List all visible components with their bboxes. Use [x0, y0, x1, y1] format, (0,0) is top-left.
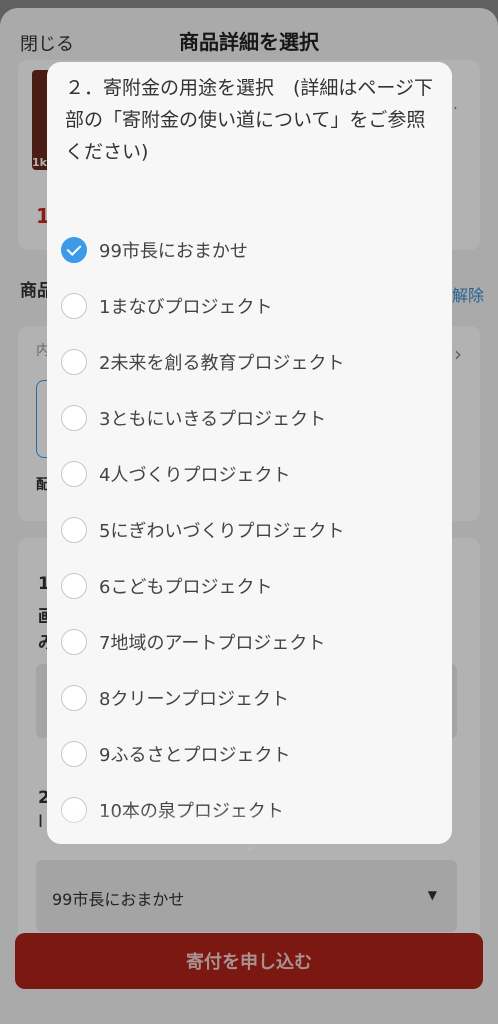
- radio-unchecked-icon[interactable]: [61, 685, 87, 711]
- popup-title: ２．寄附金の用途を選択 (詳細はページ下部の「寄附金の使い道について」をご参照く…: [65, 77, 434, 163]
- radio-unchecked-icon[interactable]: [61, 461, 87, 487]
- radio-unchecked-icon[interactable]: [61, 405, 87, 431]
- radio-unchecked-icon[interactable]: [61, 629, 87, 655]
- purpose-option-label: 4人づくりプロジェクト: [99, 465, 291, 486]
- purpose-option[interactable]: 7地域のアートプロジェクト: [61, 614, 441, 670]
- purpose-option-list: 99市長におまかせ 1まなびプロジェクト 2未来を創る教育プロジェクト 3ともにいきる…: [61, 222, 441, 844]
- purpose-option[interactable]: 99市長におまかせ: [61, 222, 441, 278]
- purpose-option-label: 2未来を創る教育プロジェクト: [99, 353, 345, 374]
- purpose-option-label: 5にぎわいづくりプロジェクト: [99, 521, 345, 542]
- purpose-option[interactable]: 4人づくりプロジェクト: [61, 446, 441, 502]
- radio-unchecked-icon[interactable]: [61, 517, 87, 543]
- radio-unchecked-icon[interactable]: [61, 741, 87, 767]
- radio-unchecked-icon[interactable]: [61, 293, 87, 319]
- purpose-option-label: 9ふるさとプロジェクト: [99, 745, 291, 766]
- purpose-option[interactable]: 3ともにいきるプロジェクト: [61, 390, 441, 446]
- purpose-option[interactable]: 6こどもプロジェクト: [61, 558, 441, 614]
- purpose-option[interactable]: 9ふるさとプロジェクト: [61, 726, 441, 782]
- purpose-option-label: 99市長におまかせ: [99, 241, 248, 262]
- radio-unchecked-icon[interactable]: [61, 349, 87, 375]
- purpose-option[interactable]: 2未来を創る教育プロジェクト: [61, 334, 441, 390]
- radio-unchecked-icon[interactable]: [61, 573, 87, 599]
- purpose-option[interactable]: 1まなびプロジェクト: [61, 278, 441, 334]
- purpose-option-label: 6こどもプロジェクト: [99, 577, 273, 598]
- purpose-option-label: 8クリーンプロジェクト: [99, 689, 290, 710]
- purpose-option[interactable]: 5にぎわいづくりプロジェクト: [61, 502, 441, 558]
- purpose-option-label: 3ともにいきるプロジェクト: [99, 409, 327, 430]
- scroll-indicator-icon: ⌄: [244, 838, 256, 854]
- purpose-option[interactable]: 8クリーンプロジェクト: [61, 670, 441, 726]
- purpose-option-label: 7地域のアートプロジェクト: [99, 633, 326, 654]
- purpose-option-label: 1まなびプロジェクト: [99, 297, 273, 318]
- radio-checked-icon[interactable]: [61, 237, 87, 263]
- purpose-picker-popup: ２．寄附金の用途を選択 (詳細はページ下部の「寄附金の使い道について」をご参照く…: [47, 62, 452, 844]
